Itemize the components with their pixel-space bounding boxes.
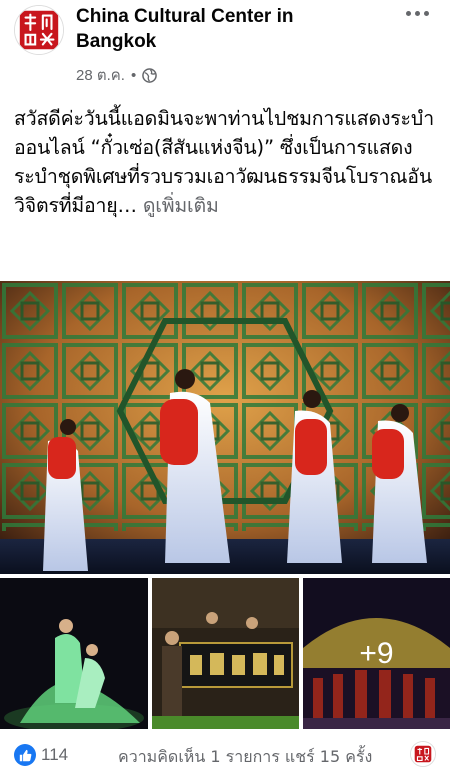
photo-thumbnails: +9 — [0, 578, 450, 729]
more-dot — [414, 10, 420, 16]
photo-thumbnail-3[interactable]: +9 — [303, 578, 450, 729]
meta-separator: • — [130, 66, 137, 84]
like-reaction-icon[interactable] — [14, 744, 36, 766]
like-count[interactable]: 114 — [41, 745, 68, 765]
more-dot — [423, 10, 429, 16]
main-photo[interactable] — [0, 281, 450, 574]
comments-shares-count[interactable]: ความคิดเห็น 1 รายการ แชร์ 15 ครั้ง — [118, 745, 372, 770]
china-cultural-center-logo — [15, 6, 63, 54]
green-dancers-photo — [0, 578, 148, 729]
post-text: สวัสดีค่ะวันนี้แอดมินจะพาท่านไปชมการแสดง… — [14, 104, 438, 220]
calligraphy-banner-photo — [152, 578, 299, 729]
more-options-button[interactable] — [402, 2, 432, 24]
reaction-as-page-avatar[interactable] — [410, 741, 436, 767]
page-avatar[interactable] — [14, 5, 64, 55]
photo-thumbnail-1[interactable] — [0, 578, 148, 729]
more-photos-overlay[interactable]: +9 — [303, 578, 450, 729]
page-name-link[interactable]: China Cultural Center in Bangkok — [76, 4, 376, 54]
thumbs-up-icon — [19, 749, 31, 761]
post-meta: 28 ต.ค. • — [76, 63, 158, 87]
more-dot — [405, 10, 411, 16]
see-more-link[interactable]: ดูเพิ่มเติม — [143, 194, 219, 217]
photo-thumbnail-2[interactable] — [152, 578, 299, 729]
post-body-text: สวัสดีค่ะวันนี้แอดมินจะพาท่านไปชมการแสดง… — [14, 107, 434, 217]
post-footer: 114 ความคิดเห็น 1 รายการ แชร์ 15 ครั้ง — [0, 736, 450, 774]
post-header: China Cultural Center in Bangkok 28 ต.ค.… — [0, 0, 450, 92]
post-timestamp[interactable]: 28 ต.ค. — [76, 63, 125, 87]
dance-performance-photo — [0, 281, 450, 574]
globe-icon — [142, 67, 158, 83]
china-cultural-center-logo — [411, 742, 435, 766]
